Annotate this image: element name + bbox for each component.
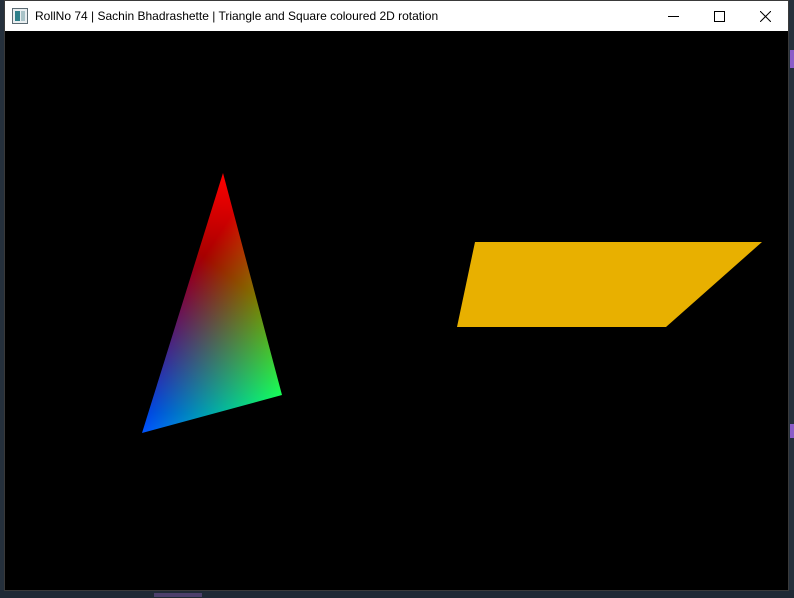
scene-svg xyxy=(142,173,762,433)
render-canvas[interactable] xyxy=(5,31,788,590)
background-editor-marker xyxy=(790,424,794,438)
opengl-window[interactable]: RollNo 74 | Sachin Bhadrashette | Triang… xyxy=(4,0,789,591)
background-editor-bottom xyxy=(0,590,794,598)
minimize-icon xyxy=(667,15,679,17)
window-controls xyxy=(650,1,788,31)
close-button[interactable] xyxy=(742,1,788,31)
maximize-button[interactable] xyxy=(696,1,742,31)
background-editor-marker xyxy=(790,50,794,68)
rotating-triangle xyxy=(142,173,282,433)
rotating-square xyxy=(457,242,762,327)
application-window-icon[interactable] xyxy=(12,8,28,24)
close-icon xyxy=(759,10,771,22)
maximize-icon xyxy=(713,10,725,22)
minimize-button[interactable] xyxy=(650,1,696,31)
window-titlebar[interactable]: RollNo 74 | Sachin Bhadrashette | Triang… xyxy=(5,1,788,31)
window-title: RollNo 74 | Sachin Bhadrashette | Triang… xyxy=(35,9,439,23)
